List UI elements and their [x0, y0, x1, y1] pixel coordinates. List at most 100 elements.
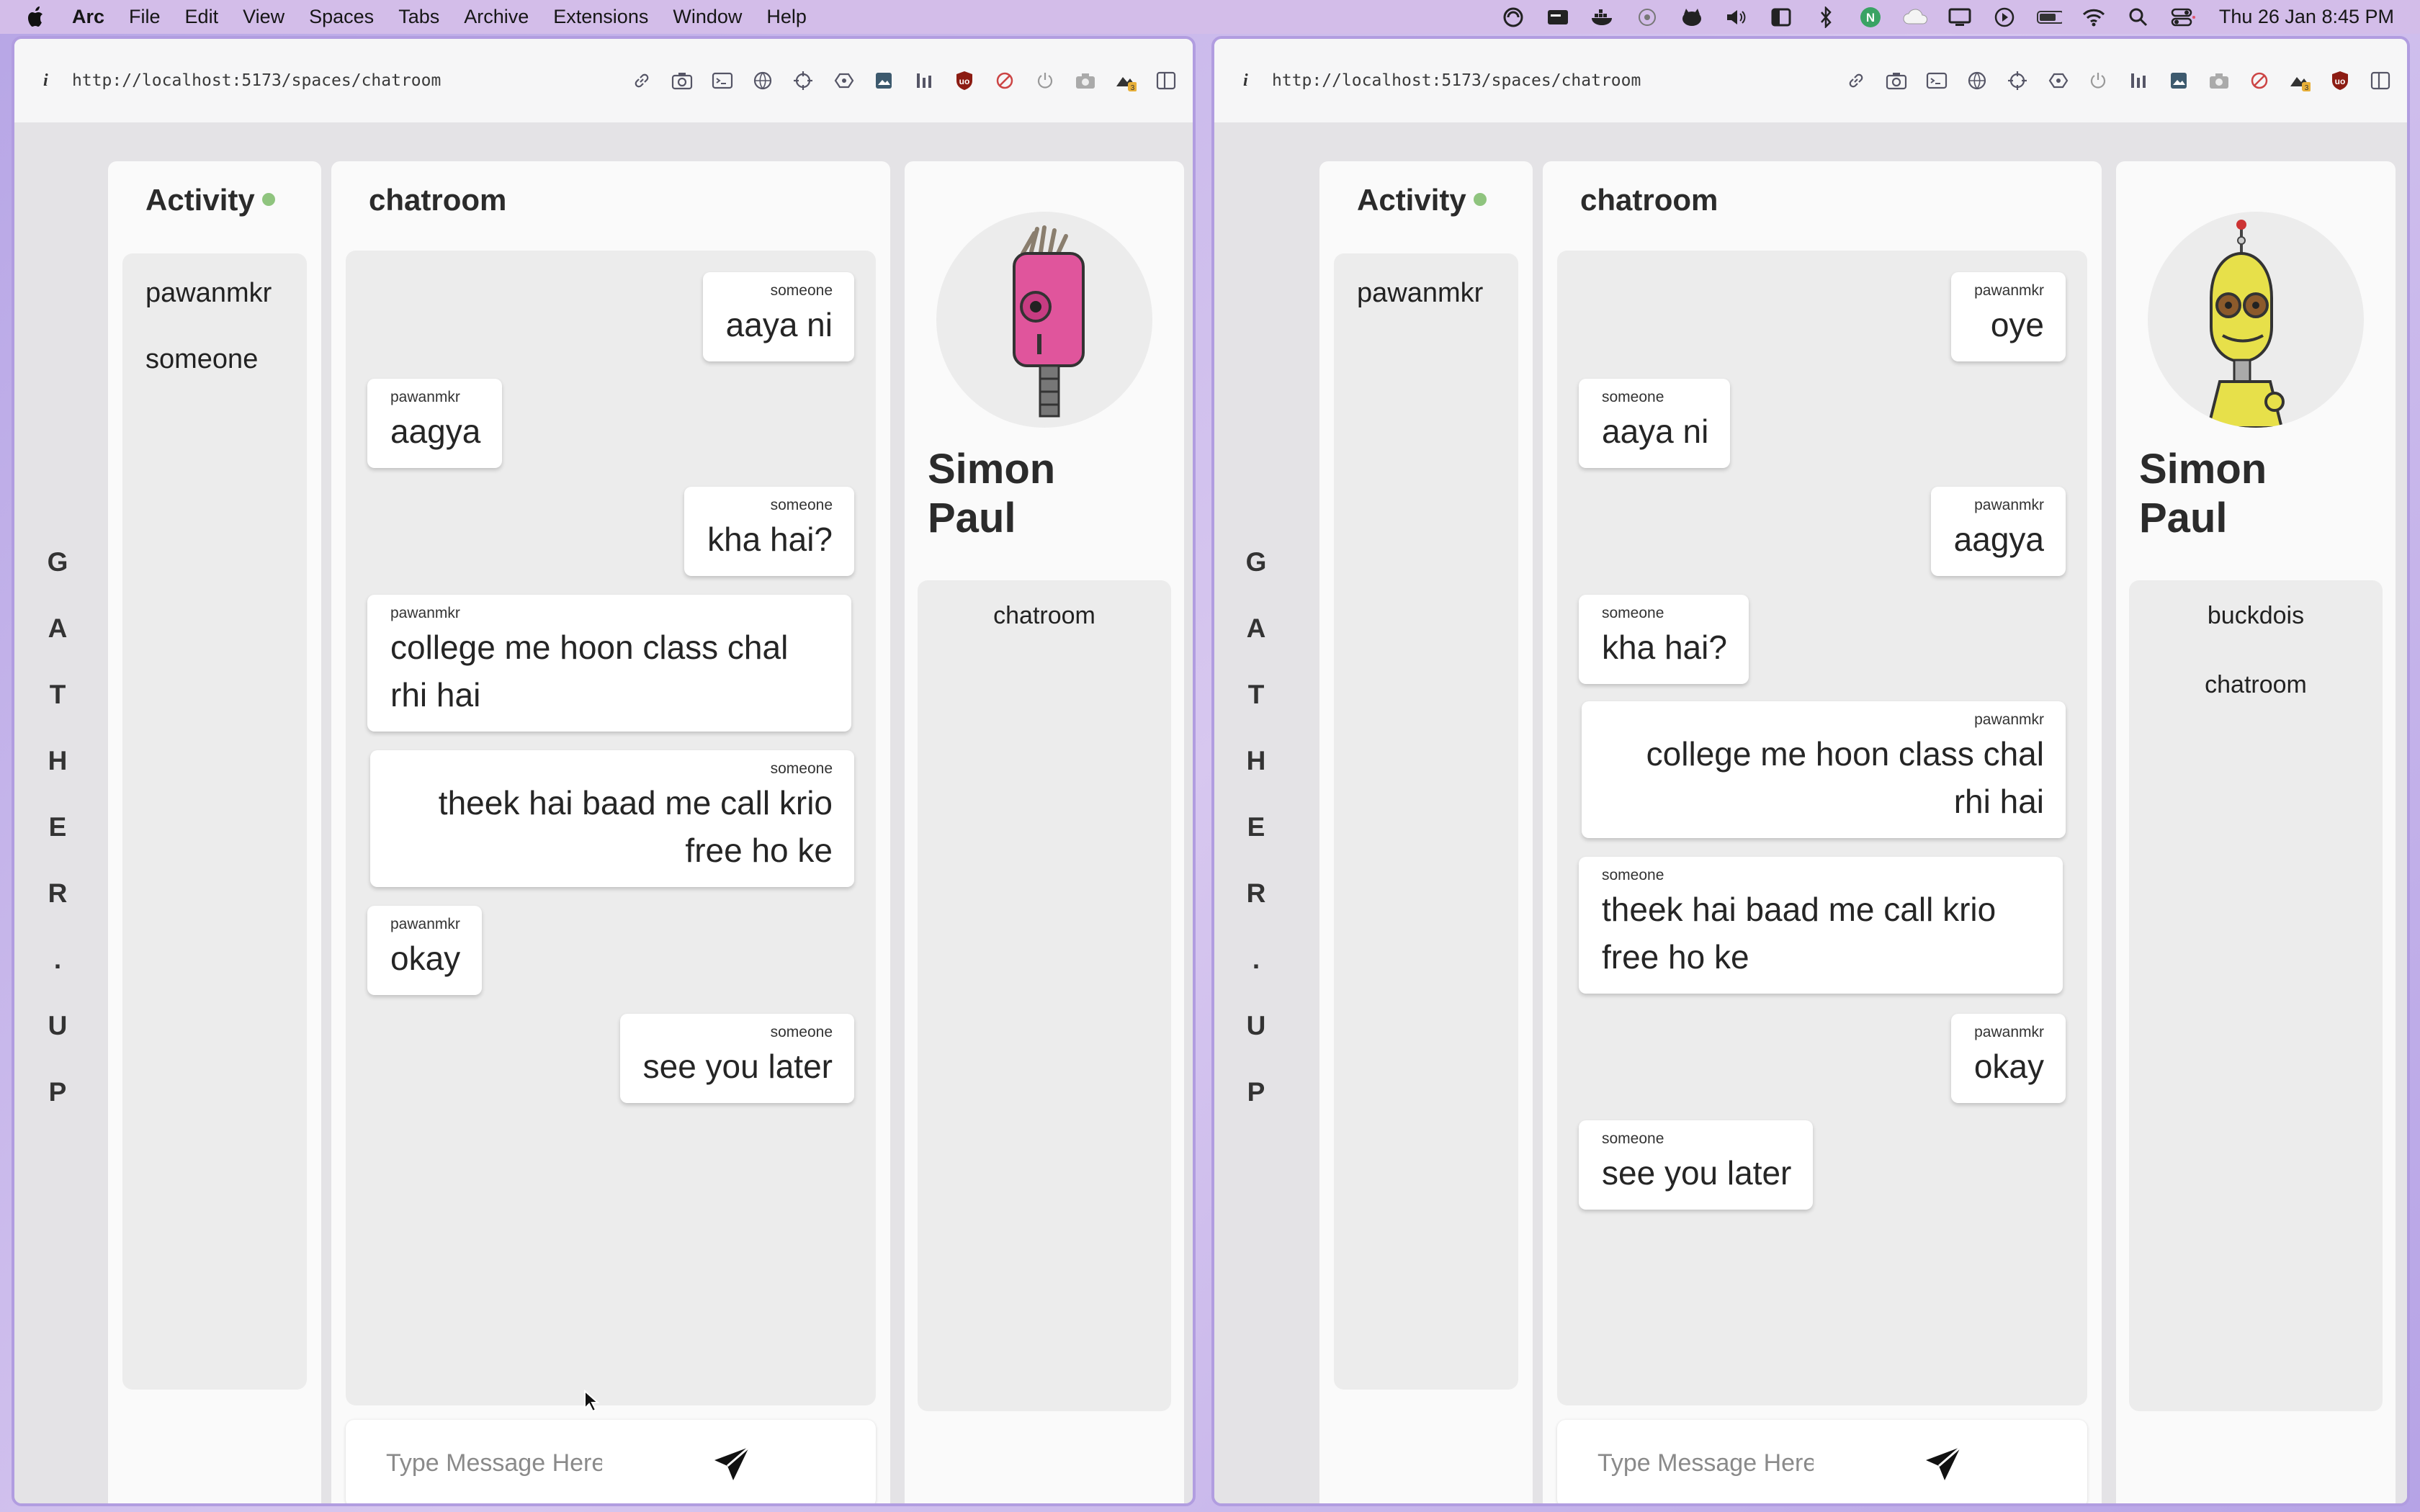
cat-icon[interactable]	[1679, 7, 1705, 27]
brand-letter: H	[1246, 746, 1266, 775]
volume-icon[interactable]	[1724, 7, 1749, 27]
globe-icon[interactable]	[1966, 70, 1988, 91]
chart-extension-icon[interactable]	[2128, 70, 2149, 91]
crosshair-icon[interactable]	[2007, 70, 2028, 91]
brand-letter: P	[1247, 1077, 1265, 1107]
menu-file[interactable]: File	[129, 6, 161, 28]
message-bubble: someone theek hai baad me call krio free…	[370, 750, 854, 887]
brand-letter: E	[1247, 812, 1265, 842]
image-extension-icon[interactable]	[873, 70, 895, 91]
image-extension-icon[interactable]	[2168, 70, 2190, 91]
activity-user[interactable]: pawanmkr	[1357, 278, 1483, 309]
devtools-icon[interactable]	[712, 70, 733, 91]
message-text: aagya	[1953, 521, 2044, 558]
menu-extensions[interactable]: Extensions	[553, 6, 648, 28]
mouse-cursor-icon	[583, 1389, 601, 1413]
message-bubble: pawanmkr college me hoon class chal rhi …	[1582, 701, 2066, 838]
address-bar: i http://localhost:5173/spaces/chatroom …	[1214, 39, 2407, 122]
yellow-robot-avatar	[2148, 212, 2364, 428]
space-item[interactable]: chatroom	[918, 602, 1171, 630]
status-area: N Thu 26 Jan 8:45 PM	[1500, 0, 2394, 34]
message-sender: someone	[770, 497, 833, 513]
crosshair-icon[interactable]	[792, 70, 814, 91]
power-icon[interactable]	[2087, 70, 2109, 91]
display-icon[interactable]	[1947, 7, 1973, 27]
card-icon[interactable]	[1545, 7, 1571, 27]
control-center-icon[interactable]	[2170, 7, 2196, 27]
url-text[interactable]: http://localhost:5173/spaces/chatroom	[1272, 71, 1641, 90]
copy-link-icon[interactable]	[1845, 70, 1867, 91]
brand-letter: U	[48, 1011, 68, 1040]
message-bubble: someone aaya ni	[1579, 379, 1731, 468]
focus-icon[interactable]	[1634, 7, 1660, 27]
menu-spaces[interactable]: Spaces	[309, 6, 374, 28]
battery-icon[interactable]	[2036, 7, 2062, 27]
profile-last-name: Paul	[2139, 495, 2228, 541]
brand-letter: G	[47, 547, 68, 577]
devtools-icon[interactable]	[1926, 70, 1948, 91]
split-view-icon[interactable]	[2370, 70, 2391, 91]
space-item[interactable]: buckdois	[2129, 602, 2383, 630]
mountain-badge-icon[interactable]: 3	[2289, 70, 2311, 92]
ublock-icon[interactable]: uo	[2329, 70, 2351, 91]
site-info-icon[interactable]: i	[43, 71, 58, 91]
menu-tabs[interactable]: Tabs	[398, 6, 439, 28]
wifi-icon[interactable]	[2081, 7, 2107, 27]
menu-app-name[interactable]: Arc	[72, 6, 104, 28]
message-input[interactable]	[386, 1444, 602, 1482]
mountain-badge-icon[interactable]: 3	[1115, 70, 1137, 92]
screenshot-icon[interactable]	[1886, 70, 1907, 91]
menu-edit[interactable]: Edit	[185, 6, 219, 28]
copy-link-icon[interactable]	[631, 70, 653, 91]
message-input[interactable]	[1597, 1444, 1814, 1482]
send-icon[interactable]	[1924, 1446, 1962, 1482]
activity-user[interactable]: someone	[145, 344, 258, 375]
brand-letter: H	[48, 746, 68, 775]
spotlight-search-icon[interactable]	[2125, 7, 2151, 27]
screenshot-icon[interactable]	[671, 70, 693, 91]
extension-puzzle-icon[interactable]	[2047, 70, 2069, 91]
apple-icon[interactable]	[26, 5, 48, 30]
extension-puzzle-icon[interactable]	[833, 70, 854, 91]
chat-room-title: chatroom	[369, 183, 507, 217]
address-bar: i http://localhost:5173/spaces/chatroom …	[14, 39, 1193, 122]
send-icon[interactable]	[713, 1446, 750, 1482]
message-sender: someone	[1602, 1130, 1664, 1147]
activity-user[interactable]: pawanmkr	[145, 278, 272, 309]
cloud-icon[interactable]	[1902, 7, 1928, 27]
menu-view[interactable]: View	[243, 6, 284, 28]
sync-status-icon[interactable]	[1500, 7, 1526, 27]
svg-text:N: N	[1866, 11, 1875, 24]
camera-icon[interactable]	[2208, 70, 2230, 91]
message-text: kha hai?	[707, 521, 833, 558]
block-icon[interactable]	[994, 70, 1016, 91]
site-info-icon[interactable]: i	[1243, 71, 1258, 91]
menu-help[interactable]: Help	[766, 6, 807, 28]
space-item[interactable]: chatroom	[2129, 671, 2383, 699]
sidebar-toggle-icon[interactable]	[1768, 7, 1794, 27]
brand-letter: E	[48, 812, 67, 842]
brand-letter: G	[1245, 547, 1267, 577]
nordvpn-icon[interactable]: N	[1857, 6, 1883, 27]
url-text[interactable]: http://localhost:5173/spaces/chatroom	[72, 71, 441, 90]
menu-window[interactable]: Window	[673, 6, 742, 28]
pink-robot-avatar	[936, 212, 1152, 428]
profile-name: Simon Paul	[928, 445, 1055, 543]
globe-icon[interactable]	[752, 70, 774, 91]
ublock-icon[interactable]: uo	[954, 70, 975, 91]
brand-logo: G A T H E R . U P	[1242, 547, 1270, 1143]
power-icon[interactable]	[1034, 70, 1056, 91]
block-icon[interactable]	[2249, 70, 2270, 91]
menu-clock[interactable]: Thu 26 Jan 8:45 PM	[2219, 6, 2394, 28]
bluetooth-icon[interactable]	[1813, 6, 1839, 28]
chart-extension-icon[interactable]	[913, 70, 935, 91]
split-view-icon[interactable]	[1155, 70, 1177, 91]
play-icon[interactable]	[1991, 7, 2017, 27]
docker-icon[interactable]	[1590, 7, 1615, 27]
page-content: G A T H E R . U P Activity pawanmkr chat…	[1214, 122, 2407, 1503]
message-bubble: someone aaya ni	[702, 272, 854, 361]
message-bubble: pawanmkr college me hoon class chal rhi …	[367, 595, 851, 732]
camera-icon[interactable]	[1075, 70, 1096, 91]
menu-archive[interactable]: Archive	[464, 6, 529, 28]
brand-letter: R	[1246, 878, 1266, 908]
